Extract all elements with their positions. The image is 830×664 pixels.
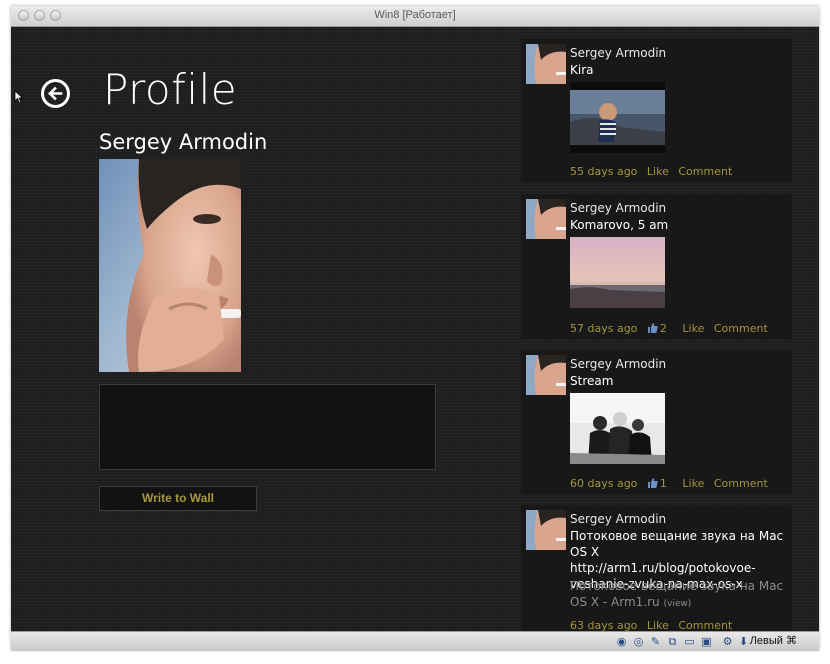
post-photo[interactable]	[570, 237, 665, 308]
comment-link[interactable]: Comment	[678, 619, 732, 631]
post-text: Komarovo, 5 am	[570, 218, 669, 232]
page-title: Profile	[103, 65, 238, 114]
like-count: 1	[647, 477, 673, 490]
mouse-capture-icon[interactable]: ⬇	[737, 635, 750, 648]
profile-name: Sergey Armodin	[99, 130, 268, 154]
post-text: Stream	[570, 374, 614, 388]
post-author[interactable]: Sergey Armodin	[570, 357, 666, 371]
wall-post[interactable]: Sergey Armodin Kira 55 days ago Like Com…	[521, 39, 792, 182]
pen-icon[interactable]: ✎	[649, 635, 662, 648]
write-to-wall-button[interactable]: Write to Wall	[99, 486, 257, 511]
vm-status-bar: ◉ ◎ ✎ ⧉ ▭ ▣ ⚙ ⬇ Левый ⌘	[11, 631, 819, 651]
post-photo[interactable]	[570, 82, 665, 153]
wall-post[interactable]: Sergey Armodin Потоковое вещание звука н…	[521, 505, 792, 631]
comment-link[interactable]: Comment	[714, 477, 768, 490]
metro-app-screen: Profile Sergey Armodin Write to Wall Ser…	[11, 27, 819, 631]
like-link[interactable]: Like	[682, 477, 704, 490]
cd-icon[interactable]: ◎	[632, 635, 645, 648]
display-icon[interactable]: ▣	[700, 635, 713, 648]
post-meta: 63 days ago Like Comment	[570, 619, 738, 631]
folder-icon[interactable]: ▭	[683, 635, 696, 648]
link-view[interactable]: (view)	[664, 599, 692, 609]
post-meta: 60 days ago 1 Like Comment	[570, 477, 774, 490]
post-age: 60 days ago	[570, 477, 638, 490]
post-author-avatar[interactable]	[526, 355, 566, 395]
profile-photo	[99, 159, 241, 372]
post-age: 63 days ago	[570, 619, 638, 631]
post-age: 55 days ago	[570, 165, 638, 178]
like-link[interactable]: Like	[682, 322, 704, 335]
usb-icon[interactable]: ⚙	[721, 635, 734, 648]
title-bar[interactable]: Win8 [Работает]	[11, 6, 819, 27]
disk-icon[interactable]: ◉	[615, 635, 628, 648]
post-age: 57 days ago	[570, 322, 638, 335]
post-author-avatar[interactable]	[526, 44, 566, 84]
like-thumb-icon	[647, 323, 658, 333]
wall-post[interactable]: Sergey Armodin Komarovo, 5 am 57 days ag…	[521, 194, 792, 339]
post-meta: 57 days ago 2 Like Comment	[570, 322, 774, 335]
back-arrow-icon	[48, 86, 63, 101]
vm-window: Win8 [Работает] Profile Sergey Armodin W…	[11, 6, 819, 651]
like-link[interactable]: Like	[647, 619, 669, 631]
network-icon[interactable]: ⧉	[666, 635, 679, 648]
window-title: Win8 [Работает]	[374, 9, 456, 21]
post-author-avatar[interactable]	[526, 199, 566, 239]
like-thumb-icon	[647, 478, 658, 488]
comment-link[interactable]: Comment	[714, 322, 768, 335]
comment-link[interactable]: Comment	[678, 165, 732, 178]
post-author[interactable]: Sergey Armodin	[570, 201, 666, 215]
mouse-pointer-icon	[14, 90, 24, 104]
wall-post[interactable]: Sergey Armodin Stream 60 days ago 1 Like…	[521, 350, 792, 494]
host-key-label: Левый ⌘	[749, 635, 797, 647]
like-count: 2	[647, 322, 673, 335]
post-meta: 55 days ago Like Comment	[570, 165, 738, 178]
wall-message-input[interactable]	[99, 384, 436, 470]
post-author-avatar[interactable]	[526, 510, 566, 550]
post-photo[interactable]	[570, 393, 665, 464]
post-text: Kira	[570, 63, 594, 77]
post-author[interactable]: Sergey Armodin	[570, 46, 666, 60]
like-link[interactable]: Like	[647, 165, 669, 178]
back-button[interactable]	[41, 79, 70, 108]
post-link-preview[interactable]: Потоковое вещание звука на Mac OS X - Ar…	[570, 578, 785, 612]
post-author[interactable]: Sergey Armodin	[570, 512, 666, 526]
